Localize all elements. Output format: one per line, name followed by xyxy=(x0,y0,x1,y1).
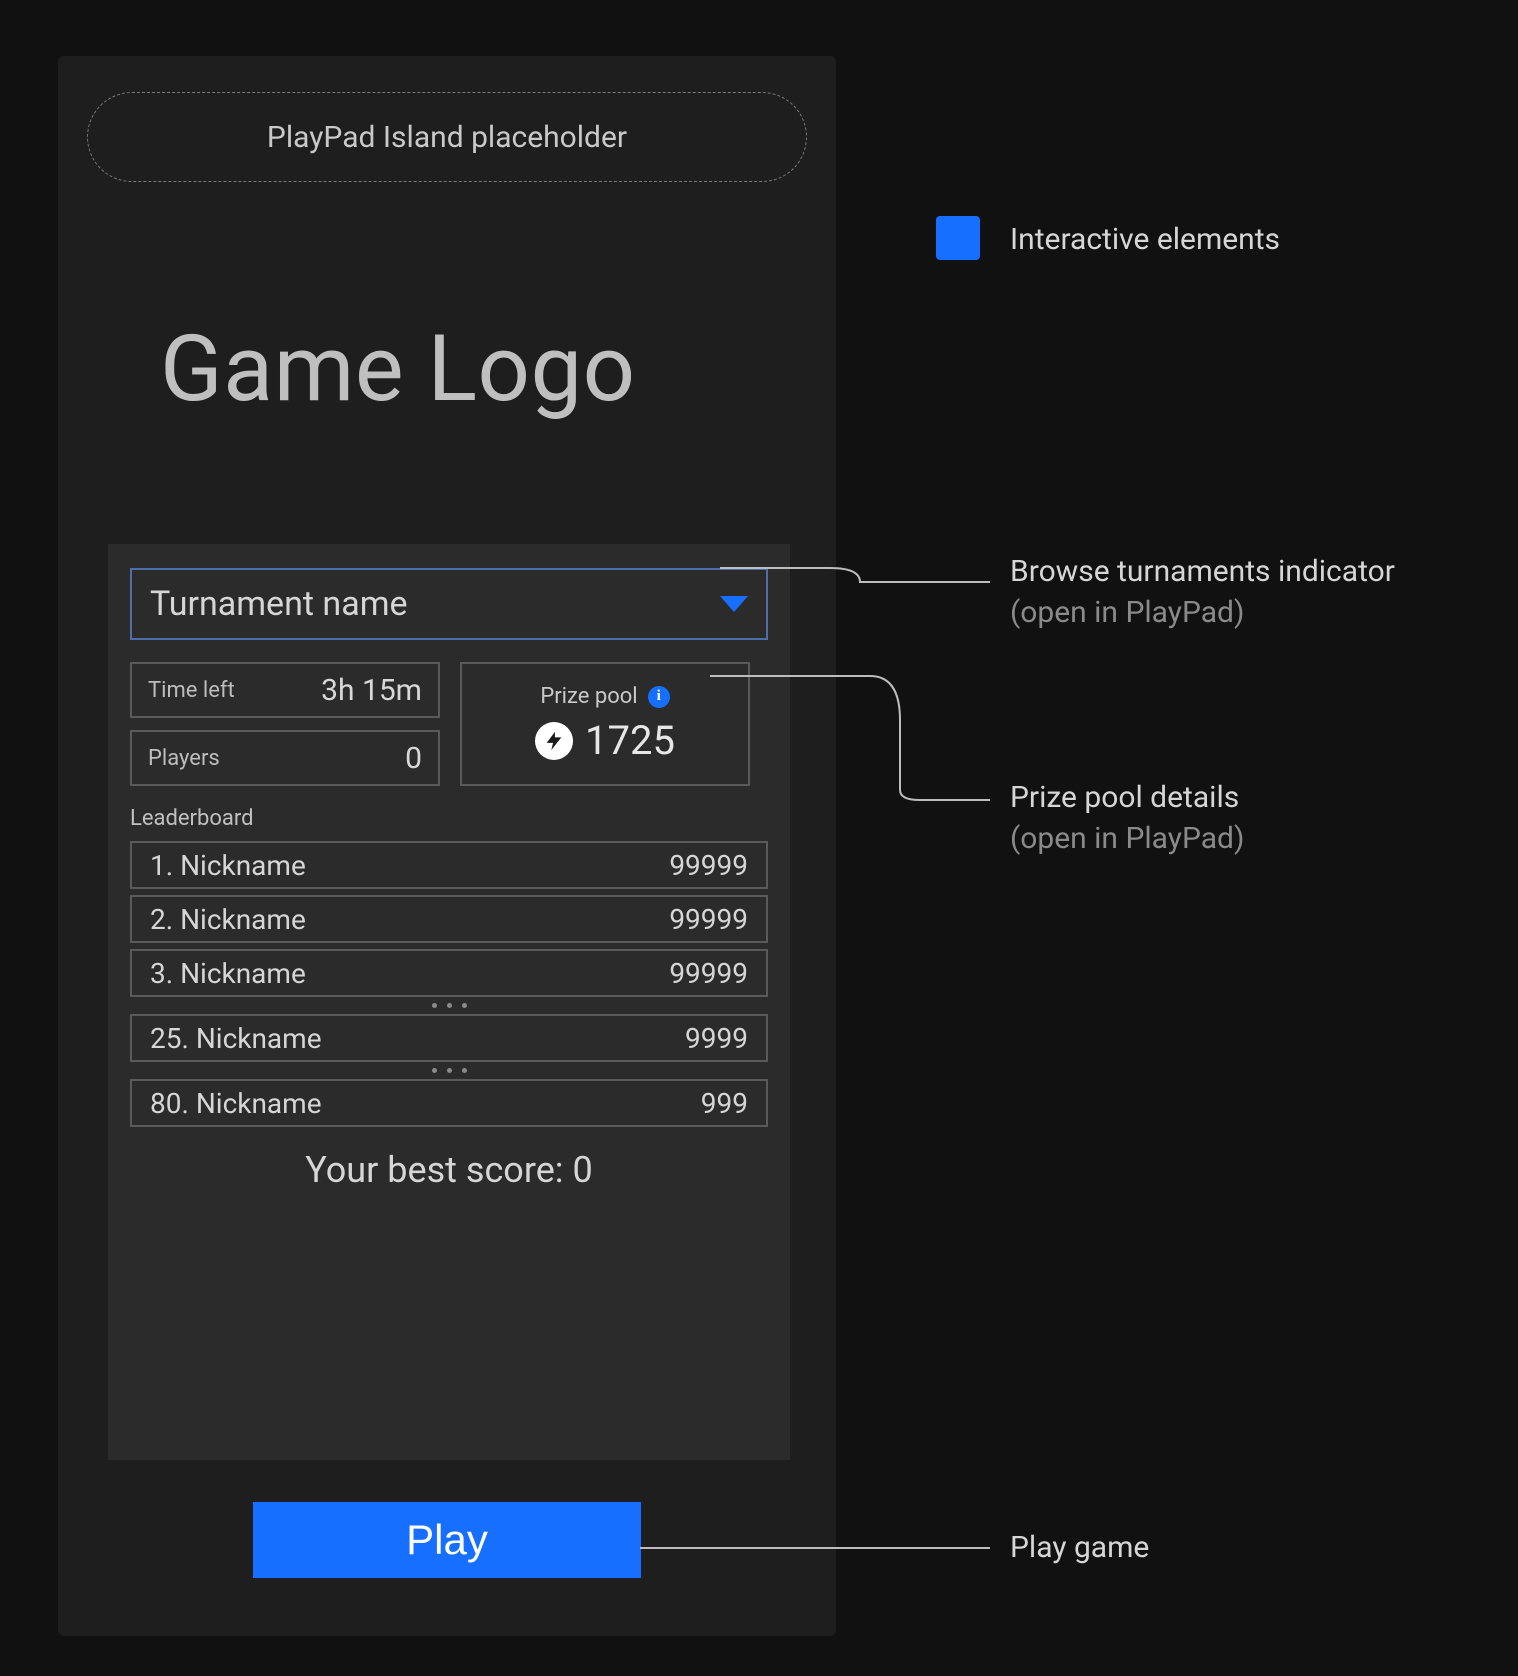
legend-label: Interactive elements xyxy=(1010,222,1280,257)
prize-pool-value: 1725 xyxy=(585,717,675,764)
leaderboard-row: 2. Nickname 99999 xyxy=(130,895,768,943)
time-left-value: 3h 15m xyxy=(321,673,422,708)
interactive-swatch xyxy=(936,216,980,260)
ellipsis-icon xyxy=(130,1068,768,1073)
annotation-prize: Prize pool details (open in PlayPad) xyxy=(1010,778,1244,859)
players-box: Players 0 xyxy=(130,730,440,786)
game-logo: Game Logo xyxy=(160,316,636,423)
tournament-card: Turnament name Time left 3h 15m Players … xyxy=(108,544,790,1460)
chevron-down-icon xyxy=(720,596,748,612)
leaderboard-row: 80. Nickname 999 xyxy=(130,1079,768,1127)
leaderboard-row: 25. Nickname 9999 xyxy=(130,1014,768,1062)
playpad-island-placeholder: PlayPad Island placeholder xyxy=(87,92,807,182)
leaderboard-title: Leaderboard xyxy=(130,806,768,831)
leaderboard-score: 9999 xyxy=(685,1022,748,1055)
annotation-browse: Browse turnaments indicator (open in Pla… xyxy=(1010,552,1395,633)
prize-pool-box[interactable]: Prize pool i 1725 xyxy=(460,662,750,786)
device-panel: PlayPad Island placeholder Game Logo Tur… xyxy=(58,56,836,1636)
prize-pool-label: Prize pool xyxy=(540,684,637,709)
time-left-box: Time left 3h 15m xyxy=(130,662,440,718)
info-icon[interactable]: i xyxy=(648,686,670,708)
tournament-stats: Time left 3h 15m Players 0 Prize pool i xyxy=(130,662,768,786)
play-button[interactable]: Play xyxy=(253,1502,641,1578)
bolt-coin-icon xyxy=(535,722,573,760)
leaderboard: 1. Nickname 99999 2. Nickname 99999 3. N xyxy=(130,841,768,1127)
leaderboard-rank-name: 3. Nickname xyxy=(150,957,306,990)
leaderboard-rank-name: 25. Nickname xyxy=(150,1022,322,1055)
leaderboard-score: 999 xyxy=(701,1087,748,1120)
best-score: Your best score: 0 xyxy=(130,1149,768,1191)
annotation-play: Play game xyxy=(1010,1528,1149,1569)
leaderboard-rank-name: 1. Nickname xyxy=(150,849,306,882)
players-label: Players xyxy=(148,746,220,771)
leaderboard-row: 3. Nickname 99999 xyxy=(130,949,768,997)
leaderboard-rank-name: 2. Nickname xyxy=(150,903,306,936)
ellipsis-icon xyxy=(130,1003,768,1008)
tournament-selector-label: Turnament name xyxy=(150,584,408,624)
island-label: PlayPad Island placeholder xyxy=(267,120,627,155)
players-value: 0 xyxy=(405,741,422,776)
leaderboard-score: 99999 xyxy=(669,957,748,990)
leaderboard-score: 99999 xyxy=(669,849,748,882)
leaderboard-score: 99999 xyxy=(669,903,748,936)
time-left-label: Time left xyxy=(148,678,235,703)
leaderboard-row: 1. Nickname 99999 xyxy=(130,841,768,889)
leaderboard-rank-name: 80. Nickname xyxy=(150,1087,322,1120)
tournament-selector[interactable]: Turnament name xyxy=(130,568,768,640)
